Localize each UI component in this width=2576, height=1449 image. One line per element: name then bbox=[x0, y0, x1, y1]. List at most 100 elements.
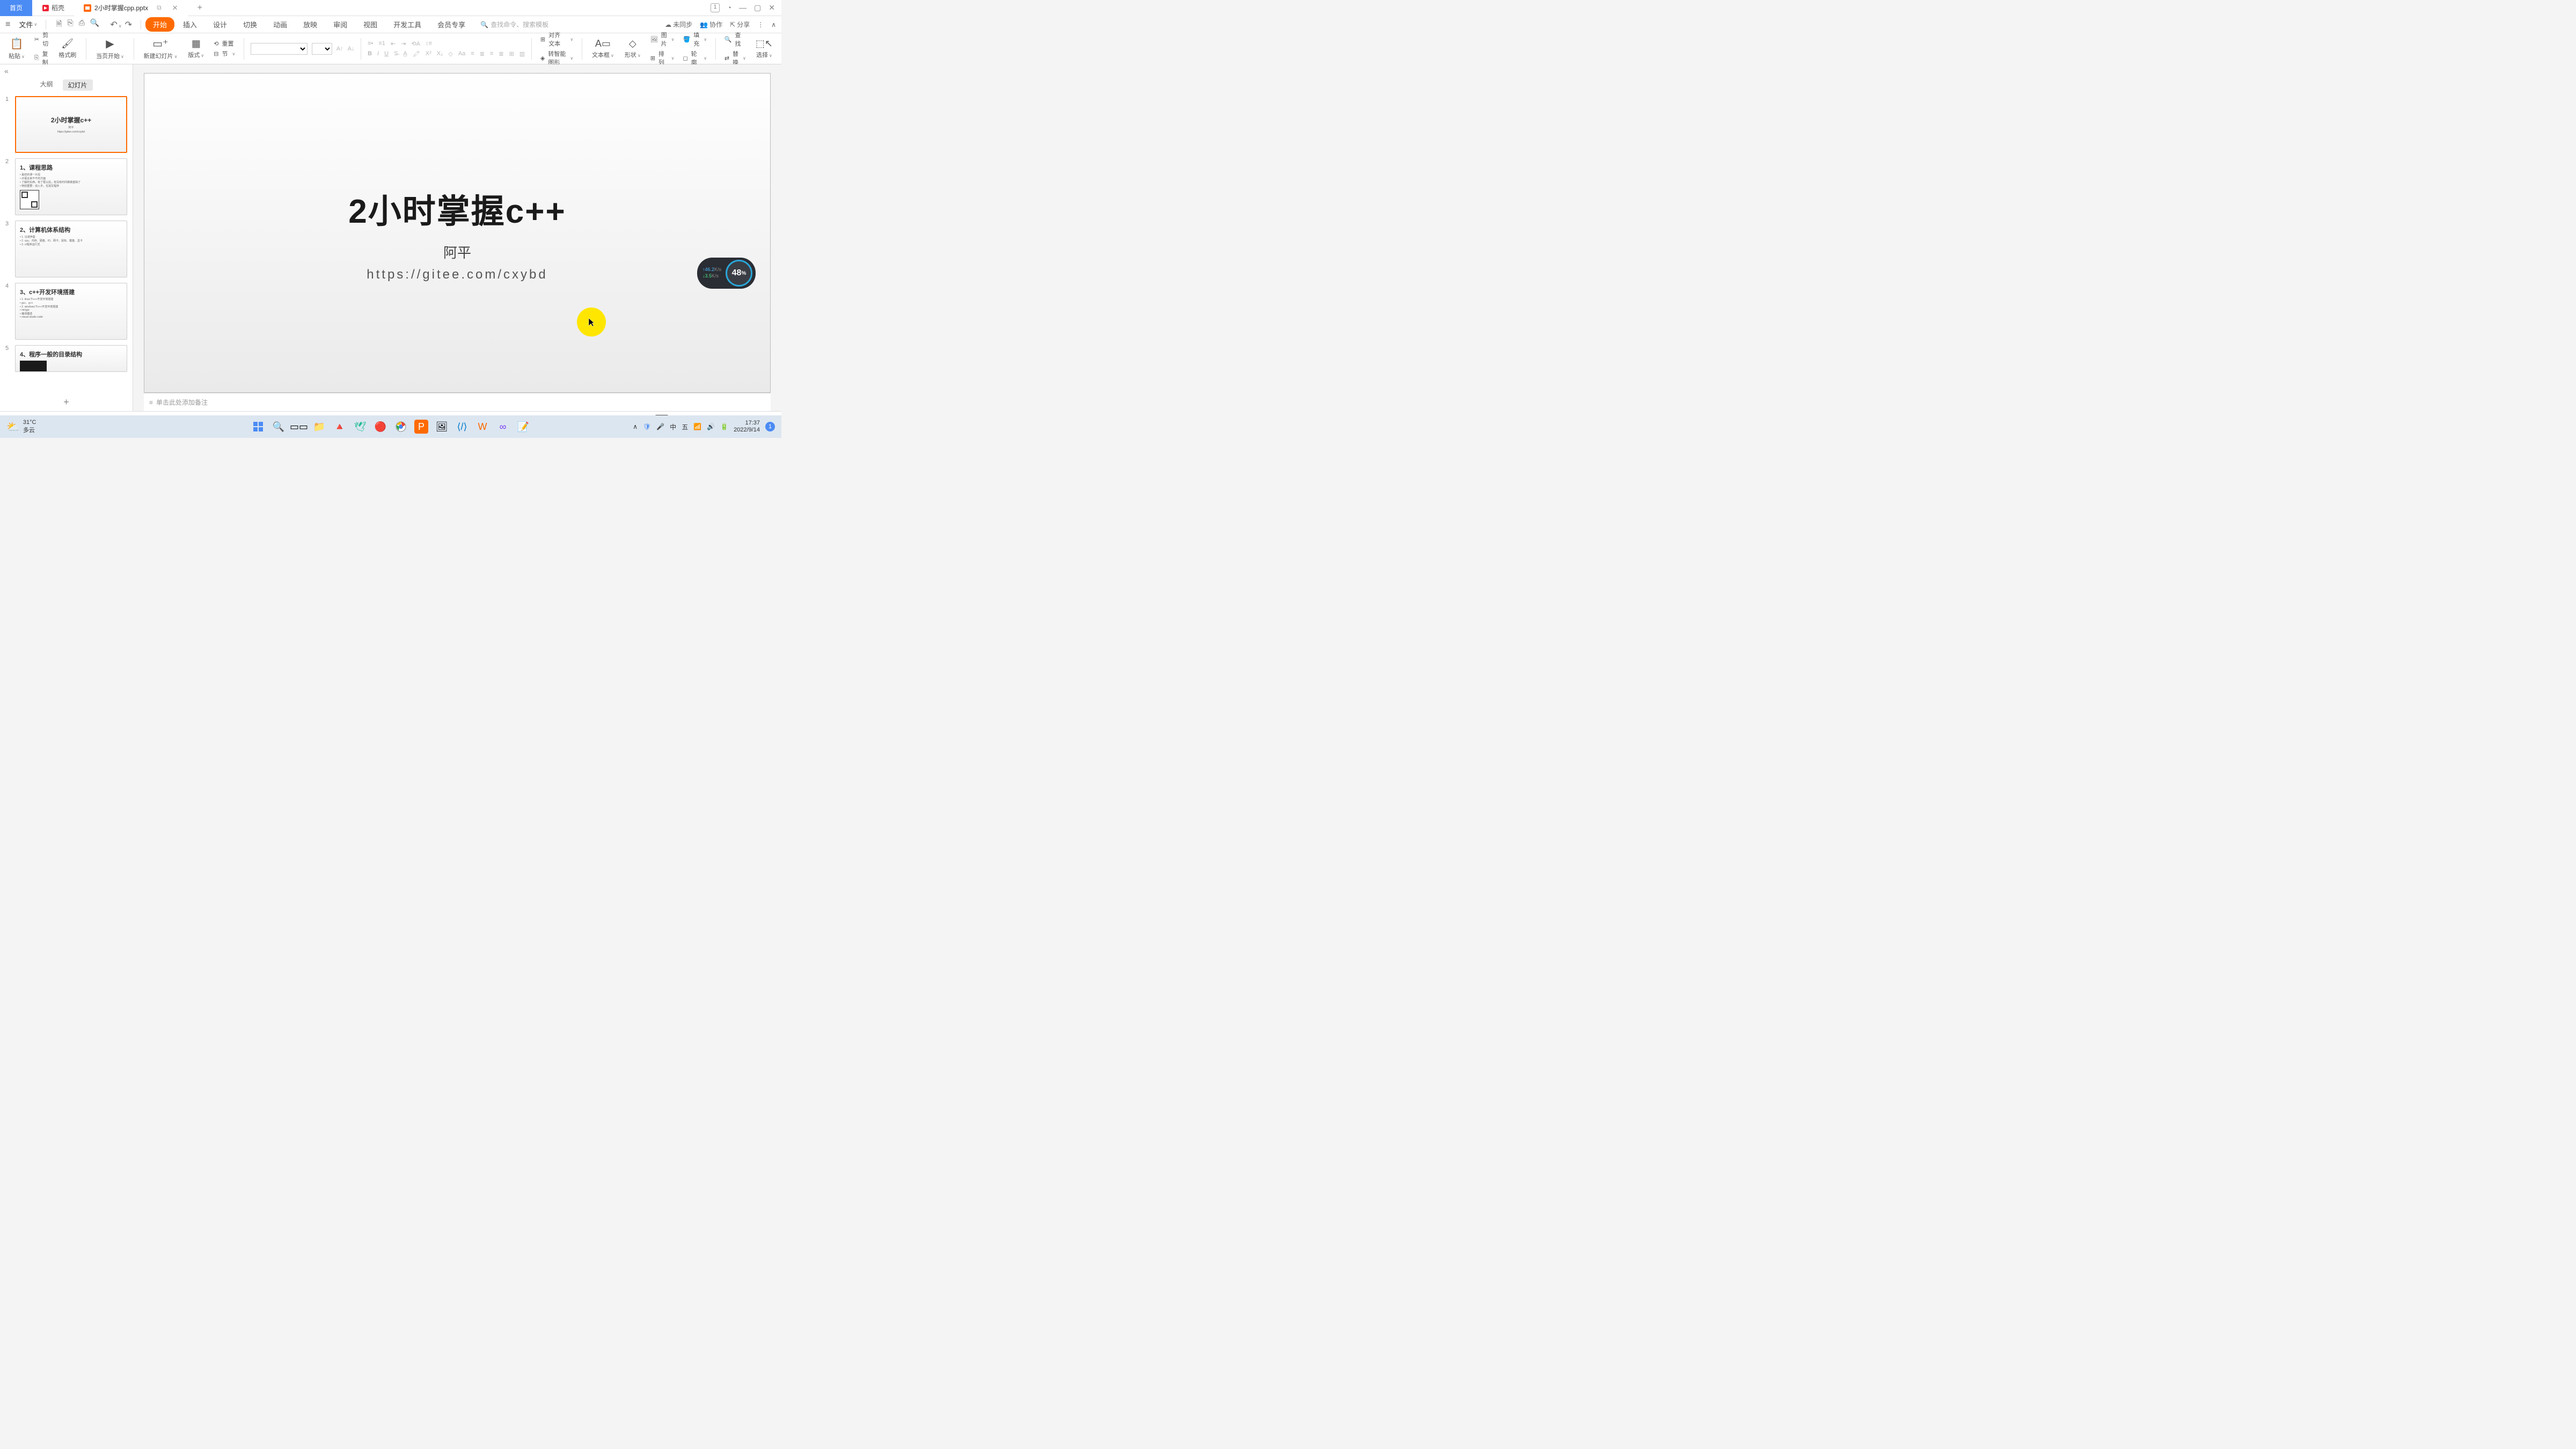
reset-button[interactable]: ⟲重置 bbox=[214, 39, 235, 48]
file-menu[interactable]: 文件∨ bbox=[14, 19, 41, 30]
tray-shield-icon[interactable]: 🛡 bbox=[643, 423, 651, 430]
thumbnail-3[interactable]: 3 2、计算机体系结构 • 1. 冯诺伊曼• 2. cpu、内存、硬盘、IO、网… bbox=[5, 221, 127, 277]
slide-author[interactable]: 阿平 bbox=[443, 242, 471, 262]
thumbnail-2[interactable]: 2 1、课程思路 • 最初的课一片段• 对语言来不不的方面• 了解的东西，有了框… bbox=[5, 158, 127, 215]
textbox-button[interactable]: A▭ 文本框∨ bbox=[589, 38, 617, 59]
tab-new[interactable]: + bbox=[188, 0, 207, 16]
app-icon-5[interactable]: W bbox=[475, 420, 489, 434]
ribbon-tab-insert[interactable]: 插入 bbox=[175, 17, 204, 32]
tab-detach-icon[interactable]: ⧉ bbox=[157, 4, 162, 12]
app-icon-4[interactable]: 🖼 bbox=[435, 420, 449, 434]
tab-home[interactable]: 首页 bbox=[0, 0, 32, 16]
clear-format-icon[interactable]: ◇ bbox=[448, 50, 452, 57]
explorer-icon[interactable]: 📁 bbox=[312, 420, 326, 434]
app-icon-6[interactable]: 📝 bbox=[516, 420, 530, 434]
columns-icon[interactable]: ▥ bbox=[519, 50, 525, 57]
tab-document[interactable]: 2小时掌握cpp.pptx ⧉ ✕ bbox=[74, 0, 188, 16]
font-size-select[interactable] bbox=[312, 43, 332, 55]
sync-status[interactable]: ☁未同步 bbox=[665, 20, 692, 29]
vscode-icon[interactable]: ⟨/⟩ bbox=[455, 420, 469, 434]
undo-icon[interactable]: ↶∨ bbox=[110, 19, 121, 30]
distribute-h-icon[interactable]: ⊞ bbox=[509, 50, 514, 57]
indent-dec-icon[interactable]: ⇤ bbox=[391, 40, 396, 47]
decrease-font-icon[interactable]: A↓ bbox=[348, 46, 355, 52]
ime-mode[interactable]: 五 bbox=[682, 422, 688, 431]
highlight-icon[interactable]: 🖍 bbox=[413, 50, 420, 57]
collapse-ribbon-icon[interactable]: ∧ bbox=[771, 21, 776, 28]
volume-icon[interactable]: 🔊 bbox=[707, 423, 715, 430]
find-button[interactable]: 🔍查找 bbox=[724, 31, 746, 48]
increase-font-icon[interactable]: A↑ bbox=[336, 46, 343, 52]
app-icon-2[interactable]: 🕊 bbox=[353, 420, 367, 434]
preview-icon[interactable]: 🔍 bbox=[90, 18, 99, 31]
ime-lang[interactable]: 中 bbox=[670, 422, 676, 431]
maximize-icon[interactable]: ▢ bbox=[754, 3, 761, 12]
window-badge[interactable]: 1 bbox=[711, 3, 719, 12]
chrome-icon[interactable] bbox=[394, 420, 408, 434]
align-right-icon[interactable]: ≡ bbox=[490, 50, 493, 57]
ribbon-tab-vip[interactable]: 会员专享 bbox=[430, 17, 473, 32]
cut-button[interactable]: ✂剪切 bbox=[34, 31, 49, 48]
change-case-icon[interactable]: Aa bbox=[458, 50, 465, 57]
print-icon[interactable]: ⎙ bbox=[79, 18, 85, 31]
align-justify-icon[interactable]: ≣ bbox=[499, 50, 503, 57]
from-current-button[interactable]: ▶ 当页开始∨ bbox=[93, 37, 127, 60]
tray-mic-icon[interactable]: 🎤 bbox=[656, 423, 664, 430]
layout-button[interactable]: ▦ 版式∨ bbox=[185, 38, 207, 59]
save-icon[interactable]: 🗎 bbox=[56, 18, 62, 31]
battery-icon[interactable]: 🔋 bbox=[720, 423, 728, 430]
thumbnail-list[interactable]: 1 2小时掌握c++ 阿平 https://gitee.com/cxybd 2 … bbox=[0, 93, 133, 393]
fill-button[interactable]: 🪣填充∨ bbox=[683, 31, 707, 48]
export-icon[interactable]: ⎘ bbox=[67, 18, 73, 31]
align-object-button[interactable]: ⊞对齐文本∨ bbox=[540, 31, 573, 48]
tray-overflow-icon[interactable]: ∧ bbox=[633, 423, 638, 430]
start-button[interactable] bbox=[251, 420, 265, 434]
format-painter-button[interactable]: 🖌 格式刷 bbox=[55, 38, 79, 59]
ribbon-tab-slideshow[interactable]: 放映 bbox=[296, 17, 325, 32]
underline-icon[interactable]: U bbox=[384, 50, 389, 57]
slide-canvas[interactable]: 2小时掌握c++ 阿平 https://gitee.com/cxybd bbox=[144, 73, 771, 393]
ribbon-tab-animation[interactable]: 动画 bbox=[266, 17, 295, 32]
task-view-icon[interactable]: ▭▭ bbox=[292, 420, 306, 434]
text-dir-icon[interactable]: ⟲A bbox=[411, 40, 420, 47]
tab-docer[interactable]: 稻壳 bbox=[32, 0, 74, 16]
new-slide-button[interactable]: ▭⁺ 新建幻灯片∨ bbox=[141, 37, 181, 60]
superscript-icon[interactable]: X² bbox=[426, 50, 431, 57]
ribbon-tab-devtools[interactable]: 开发工具 bbox=[386, 17, 429, 32]
align-center-icon[interactable]: ≣ bbox=[480, 50, 485, 57]
ribbon-tab-review[interactable]: 审阅 bbox=[326, 17, 355, 32]
search-taskbar-icon[interactable]: 🔍 bbox=[272, 420, 286, 434]
notification-icon[interactable]: 1 bbox=[765, 422, 775, 431]
subscript-icon[interactable]: X₂ bbox=[437, 50, 443, 57]
clock[interactable]: 17:37 2022/9/14 bbox=[734, 420, 760, 434]
paste-button[interactable]: 📋 粘贴∨ bbox=[5, 37, 28, 60]
ribbon-tab-design[interactable]: 设计 bbox=[206, 17, 235, 32]
indent-inc-icon[interactable]: ⇥ bbox=[401, 40, 406, 47]
redo-icon[interactable]: ↷ bbox=[125, 19, 132, 30]
ribbon-tab-start[interactable]: 开始 bbox=[145, 17, 174, 32]
font-family-select[interactable] bbox=[251, 43, 308, 55]
ribbon-tab-transition[interactable]: 切换 bbox=[236, 17, 265, 32]
wifi-icon[interactable]: 📶 bbox=[693, 423, 701, 430]
thumbnail-5[interactable]: 5 4、程序一般的目录结构 bbox=[5, 345, 127, 372]
tab-close-icon[interactable]: ✕ bbox=[172, 4, 178, 12]
sidebar-tab-outline[interactable]: 大纲 bbox=[40, 79, 53, 91]
picture-button[interactable]: 🖼图片∨ bbox=[650, 31, 675, 48]
wps-taskbar-icon[interactable]: P bbox=[414, 420, 428, 434]
app-icon-1[interactable]: 🔺 bbox=[333, 420, 347, 434]
strike-icon[interactable]: S̶ bbox=[394, 50, 398, 57]
notes-pane[interactable]: ≡ 单击此处添加备注 bbox=[144, 393, 771, 411]
select-button[interactable]: ⬚↖ 选择∨ bbox=[752, 38, 776, 59]
sidebar-tab-slides[interactable]: 幻灯片 bbox=[63, 79, 93, 91]
skin-icon[interactable]: ◔ bbox=[727, 3, 731, 12]
more-icon[interactable]: ⋮ bbox=[757, 21, 764, 28]
section-button[interactable]: ⊟节∨ bbox=[214, 49, 235, 58]
minimize-icon[interactable]: — bbox=[739, 3, 747, 12]
align-left-icon[interactable]: ≡ bbox=[471, 50, 474, 57]
line-spacing-icon[interactable]: ↕≡ bbox=[426, 40, 432, 47]
slide-title[interactable]: 2小时掌握c++ bbox=[348, 184, 566, 232]
weather-widget[interactable]: ⛅ 31°C 多云 bbox=[6, 419, 36, 434]
thumbnail-1[interactable]: 1 2小时掌握c++ 阿平 https://gitee.com/cxybd bbox=[5, 96, 127, 153]
close-icon[interactable]: ✕ bbox=[769, 3, 775, 12]
collab-button[interactable]: 👥协作 bbox=[700, 20, 722, 29]
